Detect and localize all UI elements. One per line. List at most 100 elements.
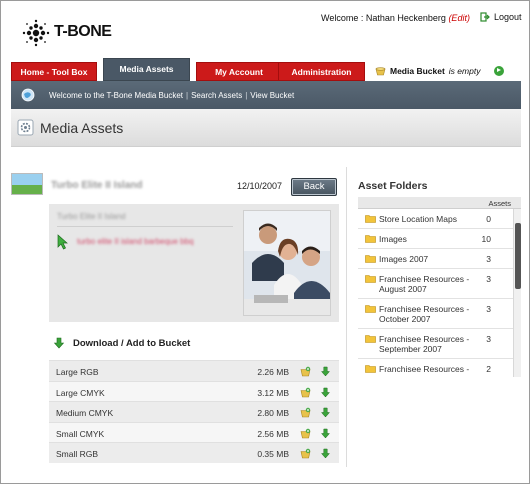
add-to-bucket-icon[interactable] [300, 448, 311, 459]
subnav-view-bucket-link[interactable]: View Bucket [250, 91, 294, 100]
page-title: Media Assets [40, 120, 124, 136]
user-name: Nathan Heckenberg [365, 13, 446, 23]
assets-column-header: Assets [488, 199, 511, 208]
logout-icon [480, 12, 490, 22]
asset-detail-title: Turbo Elite II Island [57, 212, 126, 221]
asset-folders-table: Assets Store Location Maps 0 Images 10 I… [358, 197, 521, 377]
folder-icon [365, 215, 376, 223]
download-heading-text: Download / Add to Bucket [73, 337, 191, 349]
tab-media-assets[interactable]: Media Assets [103, 58, 190, 81]
download-option-name: Medium CMYK [56, 408, 114, 418]
download-row: Small RGB 0.35 MB [49, 442, 339, 463]
asset-folders-header: Assets [358, 197, 521, 209]
people-photo-icon [244, 211, 330, 315]
column-divider [346, 167, 347, 467]
folder-row[interactable]: Images 2007 3 [358, 249, 521, 269]
download-table: Large RGB 2.26 MB Large CMYK 3.12 MB Med… [49, 360, 339, 463]
tbone-logo[interactable]: T-BONE [21, 16, 121, 50]
welcome-label: Welcome : [321, 13, 366, 23]
folder-asset-count: 3 [486, 274, 491, 284]
asset-keywords: turbo elite II island barbeque bbq [77, 237, 194, 246]
folder-icon [365, 365, 376, 373]
bucket-status-text: is empty [448, 65, 481, 76]
folder-icon [365, 335, 376, 343]
download-option-name: Small RGB [56, 449, 99, 459]
asset-detail-panel: Turbo Elite II Island turbo elite II isl… [49, 204, 339, 322]
page-frame: T-BONE Welcome : Nathan Heckenberg (Edit… [0, 0, 530, 484]
folder-asset-count: 3 [486, 254, 491, 264]
welcome-line: Welcome : Nathan Heckenberg (Edit) [321, 13, 470, 23]
page-title-band: Media Assets [11, 109, 521, 147]
folder-asset-count: 2 [486, 364, 491, 374]
folder-icon [365, 305, 376, 313]
bucket-go-icon[interactable] [494, 65, 505, 76]
folder-name: Images 2007 [379, 254, 429, 264]
asset-name: Turbo Elite II Island [51, 180, 143, 191]
sub-navigation: Welcome to the T-Bone Media Bucket | Sea… [11, 81, 521, 109]
folder-icon [365, 235, 376, 243]
folder-asset-count: 3 [486, 334, 491, 344]
download-icon[interactable] [320, 448, 331, 459]
download-option-size: 2.56 MB [257, 428, 289, 439]
folder-name: Franchisee Resources - August 2007 [379, 274, 470, 294]
download-row: Large CMYK 3.12 MB [49, 380, 339, 401]
subnav-links: Welcome to the T-Bone Media Bucket | Sea… [49, 91, 294, 100]
download-icon[interactable] [320, 407, 331, 418]
download-arrow-icon [53, 337, 65, 349]
download-option-name: Large RGB [56, 367, 99, 377]
cursor-arrow-icon [57, 234, 68, 250]
folder-row[interactable]: Franchisee Resources - September 2007 3 [358, 329, 521, 359]
download-row: Large RGB 2.26 MB [49, 360, 339, 381]
folder-row[interactable]: Franchisee Resources - August 2007 3 [358, 269, 521, 299]
folder-name: Franchisee Resources - September 2007 [379, 334, 470, 354]
logo-text: T-BONE [54, 23, 112, 40]
folder-name: Store Location Maps [379, 214, 457, 224]
asset-folders-list: Store Location Maps 0 Images 10 Images 2… [358, 209, 521, 377]
globe-home-icon[interactable] [21, 88, 35, 102]
folder-asset-count: 3 [486, 304, 491, 314]
asset-thumbnail [11, 173, 43, 195]
add-to-bucket-icon[interactable] [300, 387, 311, 398]
logout-label: Logout [494, 12, 522, 22]
asset-folders-title: Asset Folders [358, 180, 428, 192]
folders-scrollbar[interactable] [513, 209, 521, 377]
folder-icon [365, 255, 376, 263]
folder-asset-count: 0 [486, 214, 491, 224]
back-button[interactable]: Back [291, 178, 337, 196]
folder-name: Images [379, 234, 407, 244]
folder-row[interactable]: Franchisee Resources - October 2007 3 [358, 299, 521, 329]
download-icon[interactable] [320, 366, 331, 377]
download-heading: Download / Add to Bucket [53, 337, 190, 349]
folders-scrollbar-thumb[interactable] [515, 223, 521, 289]
bucket-icon [375, 67, 386, 76]
tab-administration[interactable]: Administration [278, 62, 365, 81]
bucket-label: Media Bucket [390, 65, 445, 76]
media-bucket-status[interactable]: Media Bucket is empty [375, 65, 505, 76]
detail-divider [57, 226, 233, 227]
download-icon[interactable] [320, 428, 331, 439]
folder-row[interactable]: Store Location Maps 0 [358, 209, 521, 229]
download-option-size: 3.12 MB [257, 387, 289, 398]
tab-my-account[interactable]: My Account [196, 62, 282, 81]
asset-date: 12/10/2007 [237, 181, 283, 191]
subnav-welcome-link[interactable]: Welcome to the T-Bone Media Bucket [49, 91, 183, 100]
folder-asset-count: 10 [481, 234, 491, 244]
folder-row[interactable]: Franchisee Resources - 2 [358, 359, 521, 377]
add-to-bucket-icon[interactable] [300, 407, 311, 418]
media-assets-icon [17, 119, 34, 136]
folder-row[interactable]: Images 10 [358, 229, 521, 249]
edit-profile-link[interactable]: (Edit) [448, 13, 470, 23]
subnav-separator: | [245, 91, 248, 100]
tab-home-tool-box[interactable]: Home - Tool Box [11, 62, 97, 81]
asset-preview-image[interactable] [243, 210, 331, 316]
logout-link[interactable]: Logout [480, 12, 522, 22]
download-option-size: 2.26 MB [257, 367, 289, 377]
download-icon[interactable] [320, 387, 331, 398]
add-to-bucket-icon[interactable] [300, 366, 311, 377]
add-to-bucket-icon[interactable] [300, 428, 311, 439]
logo-dots-icon [22, 19, 50, 47]
subnav-separator: | [186, 91, 189, 100]
subnav-search-assets-link[interactable]: Search Assets [191, 91, 242, 100]
folder-name: Franchisee Resources - October 2007 [379, 304, 470, 324]
download-option-name: Small CMYK [56, 428, 105, 439]
